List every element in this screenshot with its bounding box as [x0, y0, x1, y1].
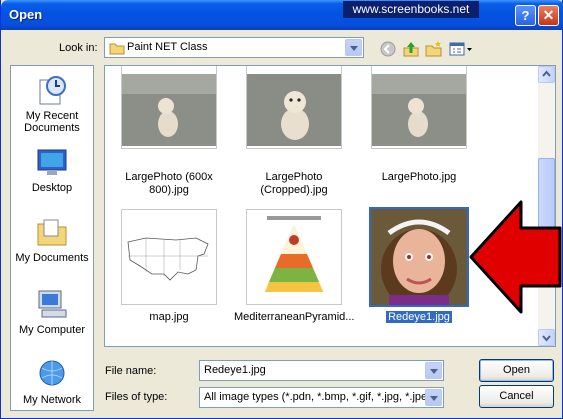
file-thumbnail-redeye1[interactable]: [369, 207, 469, 309]
place-my-documents[interactable]: My Documents: [11, 216, 93, 264]
file-type-label: Files of type:: [105, 391, 168, 403]
place-label: My Documents: [15, 252, 89, 264]
look-in-label: Look in:: [59, 42, 98, 54]
scroll-up-button[interactable]: [538, 66, 555, 83]
file-thumbnail-largephoto-600x800[interactable]: [121, 66, 217, 149]
place-label: My Network: [22, 394, 82, 406]
help-button[interactable]: ?: [515, 5, 536, 26]
file-type-dropdown-button[interactable]: [425, 389, 442, 406]
file-caption-selected[interactable]: Redeye1.jpg: [359, 310, 479, 324]
file-name-field[interactable]: Redeye1.jpg: [199, 360, 444, 381]
chevron-down-icon: [542, 335, 551, 342]
file-caption[interactable]: LargePhoto.jpg: [359, 171, 479, 184]
my-computer-icon: [36, 288, 68, 320]
folder-icon: [109, 43, 125, 55]
annotation-arrow-icon: [469, 200, 562, 314]
file-caption[interactable]: LargePhoto (600x 800).jpg: [109, 171, 229, 197]
file-name-dropdown-button[interactable]: [425, 362, 442, 379]
file-caption[interactable]: LargePhoto (Cropped).jpg: [234, 171, 354, 197]
file-type-combo[interactable]: All image types (*.pdn, *.bmp, *.gif, *.…: [199, 387, 444, 408]
place-my-recent-documents[interactable]: My Recent Documents: [11, 74, 93, 134]
place-label: My Recent Documents: [24, 110, 80, 134]
file-type-value: All image types (*.pdn, *.bmp, *.gif, *.…: [204, 391, 437, 403]
look-in-value: Paint NET Class: [127, 41, 208, 53]
desktop-icon: [36, 146, 68, 178]
open-dialog: Open www.screenbooks.net ? ✕ Look in: Pa…: [0, 0, 563, 419]
places-bar: My Recent Documents Desktop My Documents: [10, 65, 94, 411]
file-caption[interactable]: map.jpg: [109, 311, 229, 324]
close-button[interactable]: ✕: [538, 5, 559, 26]
recent-documents-icon: [36, 74, 68, 106]
look-in-dropdown-button[interactable]: [345, 39, 362, 56]
place-my-computer[interactable]: My Computer: [11, 288, 93, 336]
scroll-down-button[interactable]: [538, 329, 555, 346]
open-button[interactable]: Open: [479, 359, 554, 382]
views-menu-icon[interactable]: [449, 40, 473, 58]
file-name-value: Redeye1.jpg: [204, 364, 266, 376]
my-network-icon: [36, 358, 68, 390]
place-my-network[interactable]: My Network: [11, 358, 93, 406]
watermark-banner: www.screenbooks.net: [343, 1, 479, 18]
window-title: Open: [9, 7, 43, 22]
file-name-label: File name:: [105, 365, 157, 377]
look-in-combo[interactable]: Paint NET Class: [104, 37, 364, 58]
file-thumbnail-map[interactable]: [121, 209, 217, 305]
file-thumbnail-mediterranean-pyramid[interactable]: [246, 209, 342, 305]
up-folder-icon[interactable]: [402, 40, 420, 58]
file-thumbnail-largephoto[interactable]: [371, 66, 467, 149]
place-label: My Computer: [18, 324, 86, 336]
file-thumbnail-largephoto-cropped[interactable]: [246, 66, 342, 149]
cancel-button[interactable]: Cancel: [479, 385, 554, 408]
place-label: Desktop: [31, 182, 73, 194]
file-caption[interactable]: MediterraneanPyramid...: [234, 311, 354, 324]
back-icon[interactable]: [379, 40, 397, 58]
new-folder-icon[interactable]: [425, 40, 443, 58]
my-documents-icon: [36, 216, 68, 248]
chevron-up-icon: [542, 70, 551, 77]
title-bar[interactable]: Open www.screenbooks.net ? ✕: [1, 0, 563, 30]
place-desktop[interactable]: Desktop: [11, 146, 93, 194]
